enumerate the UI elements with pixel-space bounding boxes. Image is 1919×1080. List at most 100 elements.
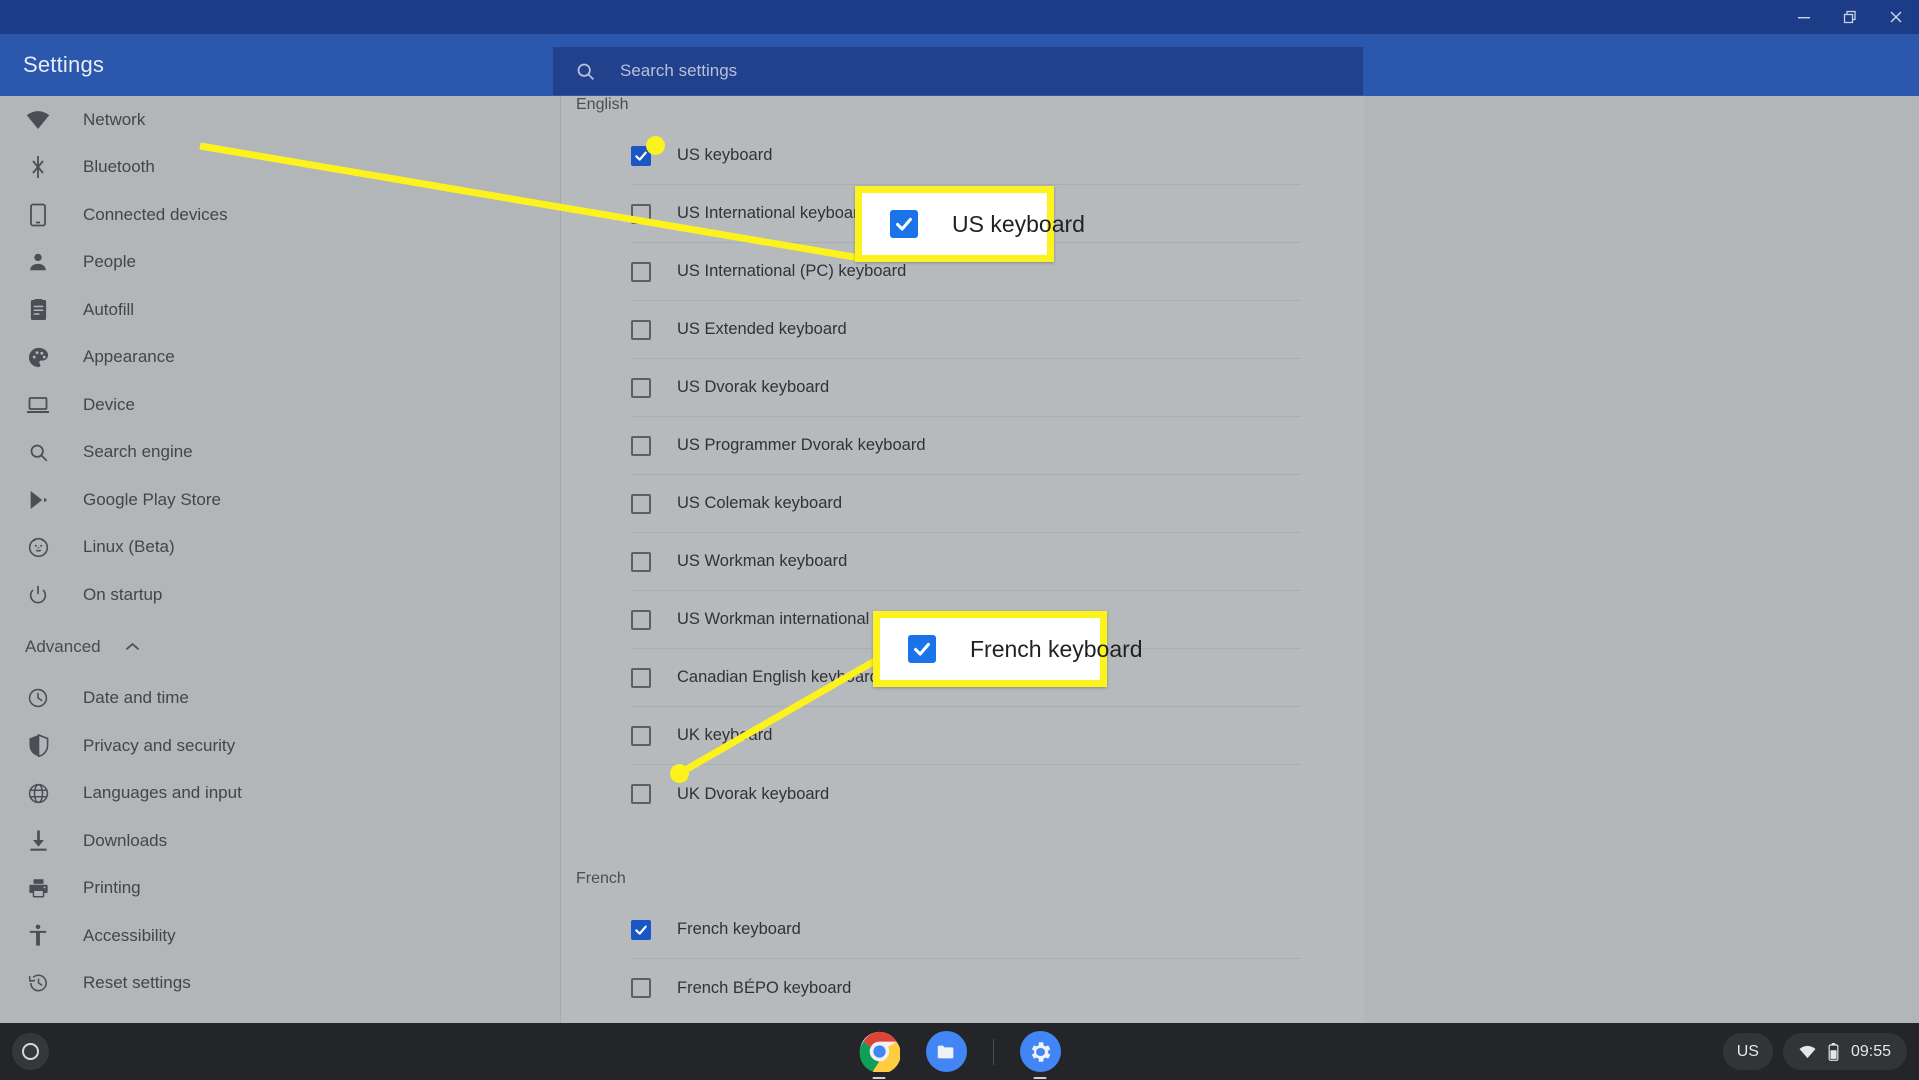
keyboard-checkbox[interactable] xyxy=(631,667,651,688)
keyboard-checkbox[interactable] xyxy=(631,784,651,804)
keyboard-checkbox[interactable] xyxy=(631,725,651,746)
sidebar-item-label: Device xyxy=(83,394,135,414)
sidebar-item-label: Privacy and security xyxy=(83,735,236,755)
keyboard-row[interactable]: French BÉPO keyboard xyxy=(631,959,1301,1017)
sidebar-item-downloads[interactable]: Downloads xyxy=(0,817,560,865)
keyboard-row[interactable]: French keyboard xyxy=(631,901,1301,959)
history-icon xyxy=(25,970,51,996)
sidebar-advanced-label: Advanced xyxy=(25,636,101,656)
keyboard-label: UK keyboard xyxy=(677,726,773,744)
keyboard-checkbox[interactable] xyxy=(631,435,651,456)
sidebar-item-device[interactable]: Device xyxy=(0,381,560,429)
sidebar-item-privacy-and-security[interactable]: Privacy and security xyxy=(0,722,560,770)
callout-anchor-dot-2 xyxy=(670,764,689,783)
person-icon xyxy=(25,249,51,275)
sidebar-item-linux-beta[interactable]: Linux (Beta) xyxy=(0,524,560,572)
sidebar-item-printing[interactable]: Printing xyxy=(0,865,560,913)
gear-icon xyxy=(1031,1041,1051,1062)
callout-checkbox-2[interactable] xyxy=(908,635,936,663)
printer-icon xyxy=(25,875,51,901)
sidebar-item-autofill[interactable]: Autofill xyxy=(0,286,560,334)
settings-body: Network Bluetooth Connected devices People A… xyxy=(0,96,1919,1023)
input-method-indicator[interactable]: US xyxy=(1722,1033,1773,1070)
wifi-icon xyxy=(25,107,51,133)
shelf-app-settings[interactable] xyxy=(1019,1031,1061,1079)
sidebar-item-google-play-store[interactable]: Google Play Store xyxy=(0,476,560,524)
shield-icon xyxy=(25,733,51,759)
sidebar-item-bluetooth[interactable]: Bluetooth xyxy=(0,144,560,192)
keyboard-checkbox[interactable] xyxy=(631,261,651,282)
play-store-icon xyxy=(25,487,51,513)
callout-us-keyboard: US keyboard xyxy=(855,186,1085,262)
search-input[interactable]: Search settings xyxy=(553,47,1363,95)
callout-label-2: French keyboard xyxy=(970,635,1143,662)
sidebar-item-label: Date and time xyxy=(83,688,189,708)
keyboard-checkbox[interactable] xyxy=(631,919,651,940)
sidebar-item-label: Downloads xyxy=(83,830,168,850)
sidebar-item-label: Bluetooth xyxy=(83,157,155,177)
phone-icon xyxy=(25,202,51,228)
keyboard-checkbox[interactable] xyxy=(631,493,651,514)
close-button[interactable] xyxy=(1873,0,1919,34)
keyboard-label: US Colemak keyboard xyxy=(677,494,843,512)
chevron-up-icon xyxy=(125,642,140,652)
keyboard-row[interactable]: US Extended keyboard xyxy=(631,301,1301,359)
callout-french-keyboard: French keyboard xyxy=(873,611,1143,687)
sidebar-item-reset-settings[interactable]: Reset settings xyxy=(0,960,560,1008)
sidebar-item-appearance[interactable]: Appearance xyxy=(0,334,560,382)
keyboard-label: US International keyboard xyxy=(677,204,868,222)
sidebar-item-people[interactable]: People xyxy=(0,239,560,287)
sidebar-advanced-toggle[interactable]: Advanced xyxy=(0,619,560,675)
group-title-0: English xyxy=(576,96,629,113)
keyboard-row[interactable]: US Colemak keyboard xyxy=(631,475,1301,533)
laptop-icon xyxy=(25,392,51,418)
keyboard-row[interactable]: UK Dvorak keyboard xyxy=(631,765,1301,823)
sidebar-item-languages-and-input[interactable]: Languages and input xyxy=(0,770,560,818)
input-method-label: US xyxy=(1736,1042,1759,1060)
app-active-indicator xyxy=(1033,1076,1047,1079)
maximize-button[interactable] xyxy=(1827,0,1873,34)
minimize-button[interactable] xyxy=(1781,0,1827,34)
sidebar-item-date-and-time[interactable]: Date and time xyxy=(0,675,560,723)
sidebar-item-network[interactable]: Network xyxy=(0,96,560,144)
shelf-app-chrome[interactable] xyxy=(859,1031,900,1079)
keyboard-row[interactable]: US Dvorak keyboard xyxy=(631,359,1301,417)
sidebar-item-accessibility[interactable]: Accessibility xyxy=(0,912,560,960)
callout-checkbox-1[interactable] xyxy=(890,210,918,238)
shelf-separator xyxy=(992,1038,994,1065)
callout-label-1: US keyboard xyxy=(952,210,1085,237)
keyboard-checkbox[interactable] xyxy=(631,978,651,998)
sidebar-item-label: Reset settings xyxy=(83,973,191,993)
keyboard-row[interactable]: UK keyboard xyxy=(631,707,1301,765)
keyboard-row[interactable]: US Programmer Dvorak keyboard xyxy=(631,417,1301,475)
sidebar-item-connected-devices[interactable]: Connected devices xyxy=(0,191,560,239)
app-active-indicator xyxy=(872,1076,886,1079)
keyboard-label: US Workman keyboard xyxy=(677,552,848,570)
clock-icon xyxy=(25,685,51,711)
sidebar-item-search-engine[interactable]: Search engine xyxy=(0,429,560,477)
sidebar-item-label: Printing xyxy=(83,878,141,898)
keyboard-row[interactable]: US keyboard xyxy=(631,127,1301,185)
keyboard-checkbox[interactable] xyxy=(631,609,651,630)
shelf: US 09:55 xyxy=(0,1023,1919,1080)
sidebar-item-label: Network xyxy=(83,109,146,129)
keyboard-checkbox[interactable] xyxy=(631,377,651,398)
status-area[interactable]: 09:55 xyxy=(1782,1033,1907,1070)
page-title: Settings xyxy=(23,52,105,77)
keyboard-row[interactable]: US Workman keyboard xyxy=(631,533,1301,591)
keyboard-checkbox[interactable] xyxy=(631,319,651,340)
sidebar-item-label: People xyxy=(83,252,136,272)
sidebar-item-on-startup[interactable]: On startup xyxy=(0,571,560,619)
palette-icon xyxy=(25,344,51,370)
power-icon xyxy=(25,582,51,608)
keyboard-checkbox[interactable] xyxy=(631,551,651,572)
sidebar-item-label: Accessibility xyxy=(83,925,176,945)
keyboard-label: Canadian English keyboard xyxy=(677,668,879,686)
search-icon xyxy=(575,61,596,82)
content-scrollbar[interactable] xyxy=(1364,96,1378,1023)
keyboard-label: French BÉPO keyboard xyxy=(677,978,852,997)
battery-icon xyxy=(1828,1042,1839,1061)
keyboard-checkbox[interactable] xyxy=(631,203,651,224)
shelf-app-files[interactable] xyxy=(925,1031,967,1072)
clipboard-icon xyxy=(25,297,51,323)
